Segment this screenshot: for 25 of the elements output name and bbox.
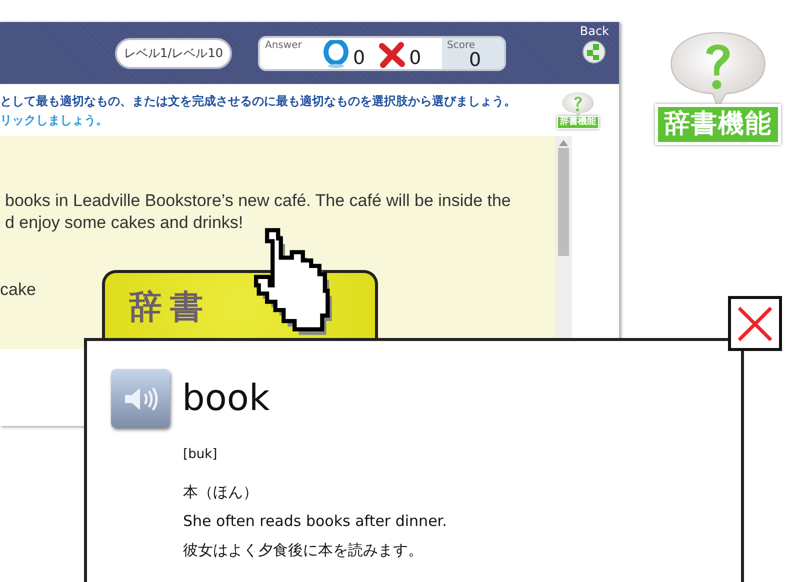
scroll-up-icon[interactable] — [559, 140, 568, 146]
cross-icon — [379, 42, 406, 68]
instruction-text: リックしましょう。 — [0, 112, 109, 129]
back-button[interactable]: Back — [580, 24, 609, 64]
scrollbar-thumb[interactable] — [558, 148, 569, 256]
example-sentence: She often reads books after dinner. — [183, 511, 448, 532]
speaker-button[interactable] — [111, 369, 170, 428]
wrong-count: 0 — [409, 48, 422, 68]
correct-count: 0 — [353, 48, 366, 68]
instruction-text: として最も適切なもの、または文を完成させるのに最も適切なものを選択肢から選びましょう。 — [0, 93, 516, 110]
level-indicator: レベル1/レベル10 — [115, 38, 232, 68]
close-button[interactable] — [728, 296, 782, 351]
answer-label: Answer — [264, 38, 303, 52]
passage-text: books in Leadville Bookstore’s new café. The café will be inside the — [4, 190, 512, 212]
pronunciation: [buk] — [183, 446, 218, 464]
score-value: 0 — [469, 50, 482, 68]
headword: book — [182, 378, 270, 419]
speech-bubble-icon — [561, 92, 595, 118]
meaning: 本（ほん） — [183, 482, 259, 503]
close-icon — [736, 304, 774, 342]
dictionary-label: 辞書機能 — [655, 104, 781, 145]
example-translation: 彼女はよく夕食後に本を読みます。 — [183, 540, 424, 561]
passage-text: d enjoy some cakes and drinks! — [4, 212, 244, 234]
score-label: Score — [447, 40, 476, 50]
back-icon — [582, 40, 606, 64]
